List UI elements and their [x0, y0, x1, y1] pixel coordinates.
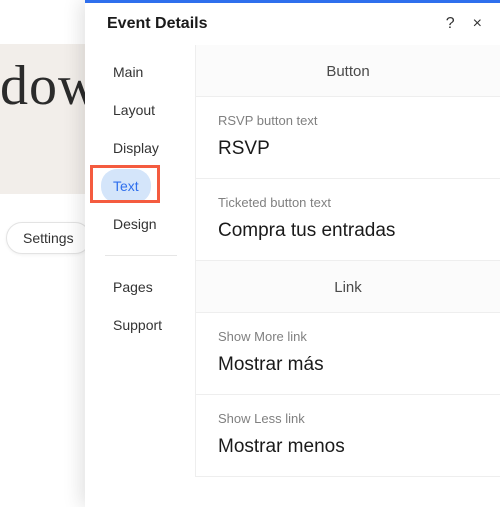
content-area: Button RSVP button text RSVP Ticketed bu… [195, 45, 500, 507]
sidebar-item-support[interactable]: Support [101, 308, 174, 342]
field-value: RSVP [218, 138, 478, 160]
field-label: Ticketed button text [218, 195, 478, 210]
panel-header-actions: ? × [446, 16, 482, 32]
field-rsvp-button-text[interactable]: RSVP button text RSVP [195, 97, 500, 179]
sidebar-item-pages[interactable]: Pages [101, 270, 165, 304]
panel-title: Event Details [107, 15, 207, 33]
sidebar-item-text[interactable]: Text [101, 169, 151, 203]
field-ticketed-button-text[interactable]: Ticketed button text Compra tus entradas [195, 179, 500, 261]
close-icon[interactable]: × [473, 16, 482, 32]
sidebar-item-main[interactable]: Main [101, 55, 155, 89]
field-label: Show Less link [218, 411, 478, 426]
section-header-button: Button [195, 45, 500, 97]
field-label: Show More link [218, 329, 478, 344]
field-label: RSVP button text [218, 113, 478, 128]
event-details-panel: Event Details ? × Main Layout Display Te… [85, 0, 500, 507]
section-header-link: Link [195, 261, 500, 313]
sidebar-item-layout[interactable]: Layout [101, 93, 167, 127]
field-value: Mostrar menos [218, 436, 478, 458]
field-value: Mostrar más [218, 354, 478, 376]
settings-button[interactable]: Settings [6, 222, 91, 254]
panel-header: Event Details ? × [85, 3, 500, 45]
field-show-more-link[interactable]: Show More link Mostrar más [195, 313, 500, 395]
content-scroll: Button RSVP button text RSVP Ticketed bu… [195, 45, 500, 507]
sidebar-item-display[interactable]: Display [101, 131, 171, 165]
panel-body: Main Layout Display Text Design Pages Su… [85, 45, 500, 507]
field-value: Compra tus entradas [218, 220, 478, 242]
sidebar-divider [105, 255, 177, 256]
field-show-less-link[interactable]: Show Less link Mostrar menos [195, 395, 500, 477]
help-icon[interactable]: ? [446, 16, 455, 32]
sidebar: Main Layout Display Text Design Pages Su… [85, 45, 195, 507]
sidebar-item-design[interactable]: Design [101, 207, 169, 241]
